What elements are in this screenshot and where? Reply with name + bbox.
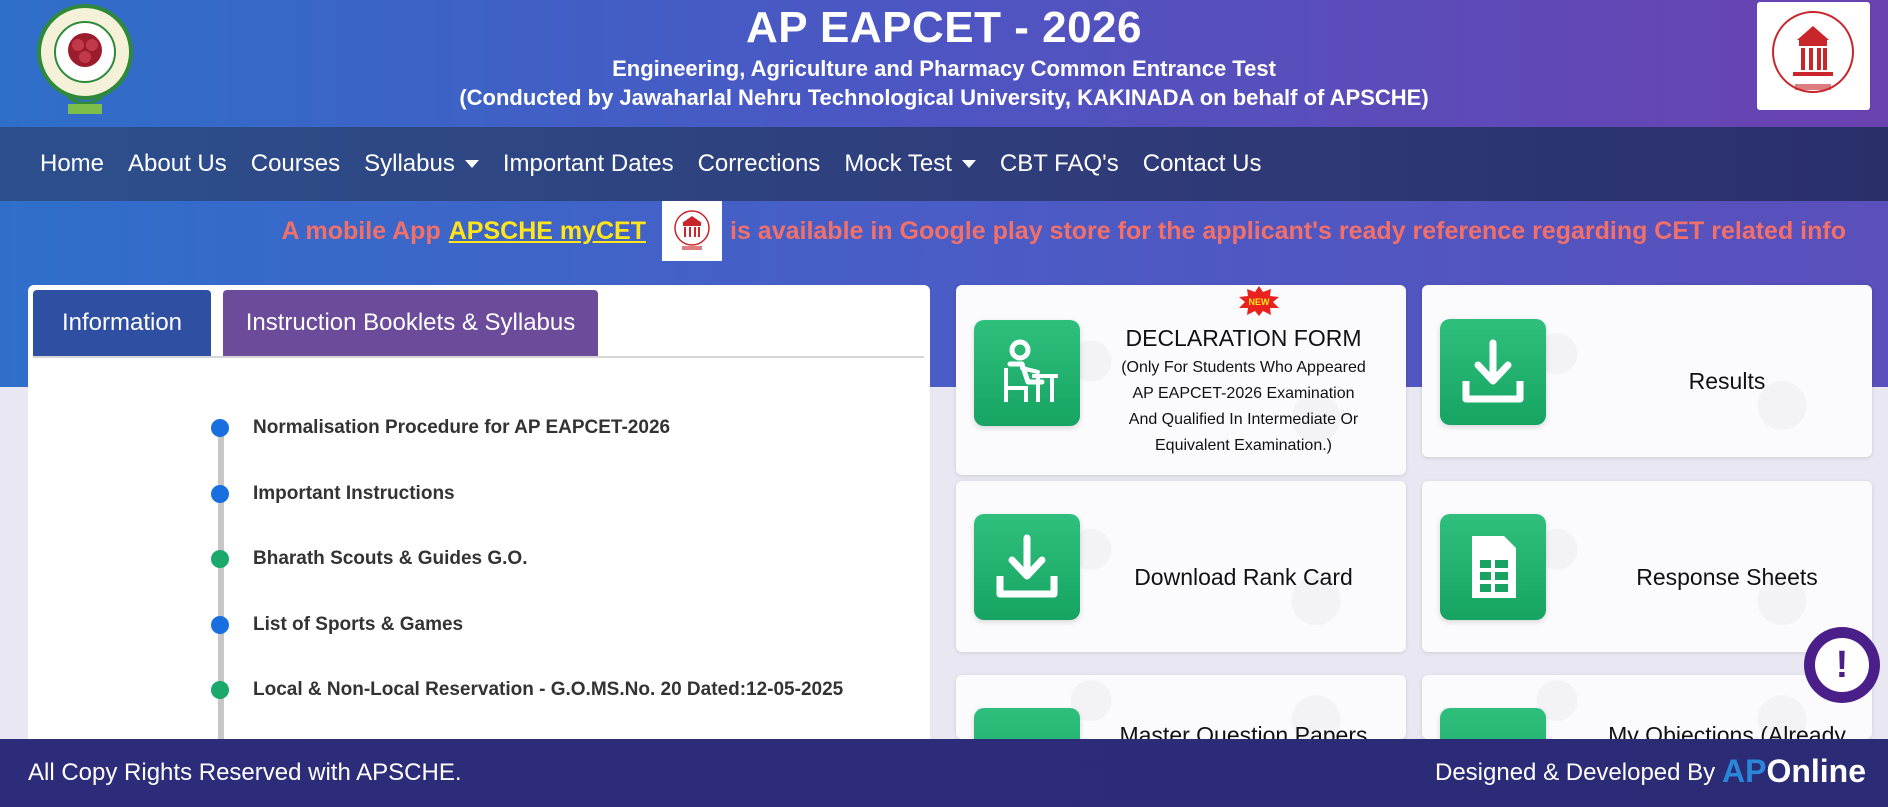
objections-card[interactable]: My Objections (Already: [1422, 675, 1872, 739]
conducted-by: (Conducted by Jawaharlal Nehru Technolog…: [459, 85, 1429, 110]
new-badge-icon: NEW: [1237, 286, 1281, 316]
aponline-ap: AP: [1722, 753, 1767, 789]
nav-about-us[interactable]: About Us: [116, 150, 239, 178]
rank-card-card[interactable]: Download Rank Card: [956, 481, 1406, 652]
mycet-app-icon: [662, 201, 722, 261]
bullet-dot-icon: [211, 550, 229, 568]
bullet-dot-icon: [211, 485, 229, 503]
list-item-label: List of Sports & Games: [253, 614, 464, 635]
designed-by-text: Designed & Developed By: [1435, 759, 1716, 786]
list-item[interactable]: List of Sports & Games: [211, 610, 463, 640]
caret-down-icon: [961, 160, 976, 168]
list-item-label: Important Instructions: [253, 483, 455, 504]
nav-label: Home: [40, 150, 105, 177]
declaration-title: DECLARATION FORM: [1125, 325, 1362, 351]
aponline-online: Online: [1766, 753, 1867, 789]
list-item-label: Local & Non-Local Reservation - G.O.MS.N…: [253, 679, 844, 700]
nav-label: Courses: [250, 150, 341, 177]
nav-label: Corrections: [697, 150, 821, 177]
list-item-label: Normalisation Procedure for AP EAPCET-20…: [253, 417, 671, 438]
exclamation-icon: !: [1815, 638, 1869, 692]
nav-label: Contact Us: [1142, 150, 1262, 177]
site-footer: All Copy Rights Reserved with APSCHE. De…: [0, 739, 1888, 807]
declaration-description: (Only For Students Who Appeared AP EAPCE…: [1121, 359, 1366, 454]
nav-contact-us[interactable]: Contact Us: [1131, 150, 1274, 178]
papers-icon: [974, 708, 1080, 739]
announcement-prefix: A mobile App: [281, 216, 441, 245]
main-nav: Home About Us Courses Syllabus Important…: [0, 127, 1888, 201]
help-button[interactable]: !: [1804, 627, 1880, 703]
nav-syllabus[interactable]: Syllabus: [352, 150, 491, 178]
nav-label: Syllabus: [364, 150, 455, 177]
response-sheets-label: Response Sheets: [1636, 564, 1818, 590]
results-card[interactable]: Results: [1422, 285, 1872, 457]
page-title: AP EAPCET - 2026: [745, 3, 1142, 52]
objections-label: My Objections (Already: [1608, 722, 1846, 739]
copyright-text: All Copy Rights Reserved with APSCHE.: [28, 759, 462, 786]
nav-home[interactable]: Home: [28, 150, 116, 178]
announcement-suffix: is available in Google play store for th…: [730, 216, 1846, 245]
list-item[interactable]: Important Instructions: [211, 479, 455, 509]
download-icon: [1440, 319, 1546, 425]
new-badge-label: NEW: [1249, 297, 1271, 307]
bullet-dot-icon: [211, 681, 229, 699]
nav-important-dates[interactable]: Important Dates: [491, 150, 686, 178]
master-papers-label: Master Question Papers: [1119, 722, 1368, 739]
nav-mock-test[interactable]: Mock Test: [832, 150, 988, 178]
tab-divider: [33, 356, 924, 358]
list-item[interactable]: Local & Non-Local Reservation - G.O.MS.N…: [211, 675, 843, 705]
rank-card-label: Download Rank Card: [1134, 564, 1353, 590]
aponline-logo[interactable]: APOnline: [1722, 753, 1866, 790]
declaration-form-card[interactable]: DECLARATION FORM (Only For Students Who …: [956, 285, 1406, 475]
apsche-logo: [1757, 2, 1870, 110]
list-item[interactable]: Normalisation Procedure for AP EAPCET-20…: [211, 413, 670, 443]
nav-cbt-faq[interactable]: CBT FAQ's: [988, 150, 1131, 178]
tab-information[interactable]: Information: [33, 290, 211, 356]
download-icon: [974, 514, 1080, 620]
nav-label: CBT FAQ's: [999, 150, 1119, 177]
panel-tabs: Information Instruction Booklets & Sylla…: [33, 290, 598, 356]
response-sheets-card[interactable]: Response Sheets: [1422, 481, 1872, 652]
list-item-label: Bharath Scouts & Guides G.O.: [253, 548, 528, 569]
caret-down-icon: [464, 160, 479, 168]
nav-label: About Us: [128, 150, 227, 177]
nav-courses[interactable]: Courses: [239, 150, 352, 178]
announcement-bar: A mobile App APSCHE myCET is available i…: [0, 201, 1888, 261]
page-subtitle: Engineering, Agriculture and Pharmacy Co…: [612, 56, 1276, 81]
list-item[interactable]: Bharath Scouts & Guides G.O.: [211, 544, 528, 574]
spreadsheet-icon: [1440, 514, 1546, 620]
document-icon: [1440, 708, 1546, 739]
bullet-dot-icon: [211, 419, 229, 437]
tab-instruction-booklets[interactable]: Instruction Booklets & Syllabus: [223, 290, 598, 356]
nav-label: Mock Test: [844, 150, 952, 177]
information-panel: Information Instruction Booklets & Sylla…: [28, 285, 930, 745]
nav-label: Important Dates: [502, 150, 674, 177]
results-label: Results: [1688, 368, 1766, 394]
student-writing-icon: [974, 320, 1080, 426]
master-papers-card[interactable]: Master Question Papers: [956, 675, 1406, 739]
bullet-dot-icon: [211, 616, 229, 634]
mycet-app-link[interactable]: APSCHE myCET: [449, 217, 646, 246]
site-header: AP EAPCET - 2026 Engineering, Agricultur…: [0, 0, 1888, 127]
nav-corrections[interactable]: Corrections: [686, 150, 833, 178]
